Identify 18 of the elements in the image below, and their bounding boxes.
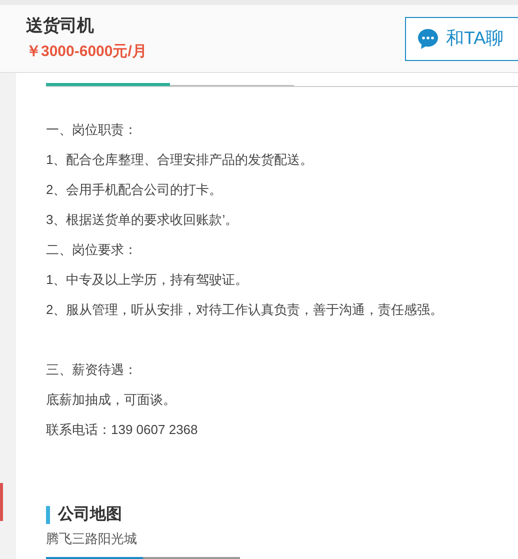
description-line: 二、岗位要求： (46, 241, 138, 259)
description-line: 2、服从管理，听从安排，对待工作认真负责，善于沟通，责任感强。 (46, 301, 444, 319)
chat-button[interactable]: 和TA聊 (405, 16, 518, 60)
description-line: 3、根据送货单的要求收回账款’。 (46, 211, 240, 229)
salary: ￥3000-6000元/月 (26, 42, 147, 62)
description-line: 1、中专及以上学历，持有驾驶证。 (46, 271, 250, 289)
section-title: 公司地图 (58, 504, 122, 525)
address: 腾飞三路阳光城 (46, 530, 138, 548)
job-title: 送货司机 (26, 14, 95, 36)
description-line: 联系电话：139 0607 2368 (46, 421, 199, 439)
description-line: 一、岗位职责： (46, 121, 138, 139)
description-line: 2、会用手机配合公司的打卡。 (46, 181, 224, 199)
description-line: 底薪加抽成，可面谈。 (46, 391, 177, 409)
chat-bubble-icon (416, 26, 440, 50)
side-marker (0, 483, 3, 521)
description-line: 三、薪资待遇： (46, 361, 138, 379)
title-accent (46, 506, 50, 524)
description-line: 1、配合仓库整理、合理安排产品的发货配送。 (46, 151, 314, 169)
